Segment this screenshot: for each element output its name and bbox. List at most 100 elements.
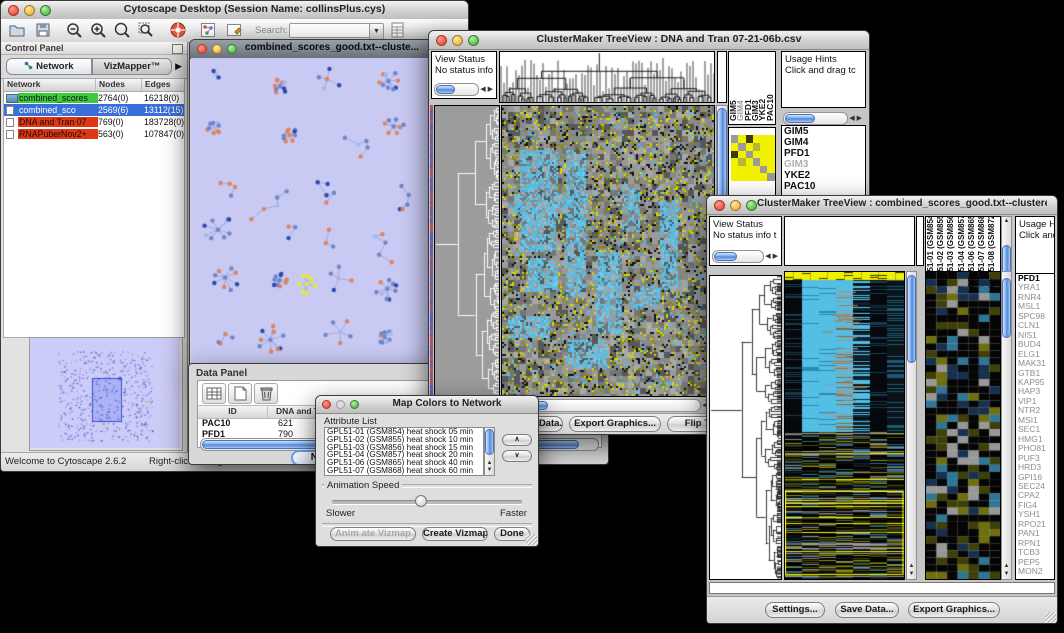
tab-overflow-icon[interactable]: ▶: [175, 61, 182, 72]
gene-label[interactable]: GIM5: [782, 126, 865, 137]
view-status-scrollbar[interactable]: ◀▶: [434, 83, 494, 96]
splitter-strip[interactable]: [717, 51, 727, 103]
search-dropdown-icon[interactable]: ▼: [369, 23, 384, 40]
speed-slider-thumb[interactable]: [415, 495, 427, 507]
scroll-down-icon[interactable]: ▼: [1002, 571, 1011, 578]
gene-label[interactable]: GIM4: [782, 137, 865, 148]
correlation-matrix[interactable]: [731, 130, 775, 176]
birdseye-view[interactable]: [29, 337, 183, 451]
minimize-icon[interactable]: [730, 200, 741, 211]
gene-label[interactable]: MON2: [1016, 567, 1054, 576]
edit-canvas-icon[interactable]: [225, 21, 243, 39]
minimize-icon[interactable]: [212, 44, 222, 54]
zoom-in-icon[interactable]: [89, 21, 107, 39]
attribute-browser-icon[interactable]: [389, 21, 407, 39]
resize-grip[interactable]: [1045, 612, 1056, 623]
treeview2-titlebar[interactable]: ClusterMaker TreeView : combined_scores_…: [707, 196, 1057, 215]
close-icon[interactable]: [436, 35, 447, 46]
scroll-up-icon[interactable]: ▲: [907, 563, 916, 570]
heatmap-canvas[interactable]: [784, 271, 905, 580]
dialog-titlebar[interactable]: Map Colors to Network: [316, 396, 538, 414]
row-dendrogram-canvas[interactable]: [434, 105, 500, 397]
tab-vizmapper[interactable]: VizMapper™: [92, 58, 172, 75]
close-icon[interactable]: [322, 400, 331, 409]
trash-icon[interactable]: [254, 383, 278, 404]
column-header[interactable]: Edges: [142, 79, 184, 91]
matrix-cell[interactable]: [767, 173, 774, 181]
zoom-window-icon[interactable]: [40, 5, 51, 16]
gene-label[interactable]: PAC10: [782, 181, 865, 192]
column-dendrogram-panel[interactable]: [784, 216, 915, 266]
network-list-row[interactable]: RNAPuberNov2+563(0)107847(0): [4, 128, 184, 140]
tab-network[interactable]: Network: [6, 58, 92, 75]
zoom-vscrollbar[interactable]: ▲ ▼: [1001, 271, 1012, 580]
resize-grip[interactable]: [526, 534, 537, 545]
matrix-cell[interactable]: [731, 173, 738, 181]
scroll-up-icon[interactable]: ▲: [485, 460, 494, 467]
hints-scrollbar[interactable]: ◀▶: [783, 112, 863, 125]
network-view-titlebar[interactable]: combined_scores_good.txt--cluste...: [190, 40, 434, 59]
table-icon[interactable]: [202, 383, 226, 404]
float-panel-icon[interactable]: [172, 44, 183, 54]
treeview1-titlebar[interactable]: ClusterMaker TreeView : DNA and Tran 07-…: [429, 31, 869, 50]
heatmap-vscrollbar[interactable]: ▲ ▼: [906, 271, 917, 580]
move-down-button[interactable]: ∨: [502, 450, 532, 462]
network-canvas[interactable]: [191, 58, 433, 369]
export-graphics-button[interactable]: Export Graphics...: [908, 602, 1000, 618]
network-list-row[interactable]: DNA and Tran 07769(0)183728(0): [4, 116, 184, 128]
minimize-icon[interactable]: [336, 400, 345, 409]
main-titlebar[interactable]: Cytoscape Desktop (Session Name: collins…: [1, 1, 468, 20]
create-vizmap-button[interactable]: Create Vizmap: [422, 527, 488, 541]
scroll-down-icon[interactable]: ▼: [485, 467, 494, 474]
scroll-thumb[interactable]: [907, 275, 916, 363]
network-list-row[interactable]: combined_scores2764(0)16218(0): [4, 92, 184, 104]
speed-slider-track[interactable]: [332, 500, 522, 505]
zoom-window-icon[interactable]: [746, 200, 757, 211]
column-header[interactable]: Nodes: [96, 79, 142, 91]
close-icon[interactable]: [197, 44, 207, 54]
search-input[interactable]: [289, 23, 373, 38]
minimize-icon[interactable]: [452, 35, 463, 46]
birdseye-canvas[interactable]: [30, 338, 180, 448]
zoom-out-icon[interactable]: [65, 21, 83, 39]
view-status-scrollbar[interactable]: ◀▶: [712, 250, 779, 263]
open-icon[interactable]: [8, 21, 26, 39]
column-header[interactable]: ID: [198, 406, 268, 418]
graph-icon[interactable]: [199, 21, 217, 39]
move-up-button[interactable]: ∧: [502, 434, 532, 446]
zoom-window-icon[interactable]: [350, 400, 359, 409]
zoom-selected-icon[interactable]: [137, 21, 155, 39]
matrix-cell[interactable]: [738, 173, 745, 181]
zoom-window-icon[interactable]: [468, 35, 479, 46]
scroll-thumb[interactable]: [1002, 278, 1011, 338]
zoom-fit-icon[interactable]: [113, 21, 131, 39]
heatmap-canvas[interactable]: [501, 105, 715, 397]
gene-label[interactable]: YKE2: [782, 170, 865, 181]
gene-label[interactable]: GIM3: [782, 159, 865, 170]
export-graphics-button[interactable]: Export Graphics...: [569, 416, 661, 432]
splitter-strip[interactable]: [916, 216, 924, 266]
column-label[interactable]: PAC10: [765, 94, 775, 121]
minimize-icon[interactable]: [24, 5, 35, 16]
scroll-up-icon[interactable]: ▲: [1002, 563, 1011, 570]
help-lifering-icon[interactable]: [169, 21, 187, 39]
attribute-list-vscrollbar[interactable]: ▲ ▼: [484, 427, 495, 476]
column-header[interactable]: Network: [4, 79, 96, 91]
scroll-down-icon[interactable]: ▼: [907, 571, 916, 578]
matrix-cell[interactable]: [753, 173, 760, 181]
scroll-up-icon[interactable]: ▲: [1002, 218, 1011, 225]
scroll-thumb[interactable]: [485, 429, 494, 455]
close-icon[interactable]: [8, 5, 19, 16]
done-button[interactable]: Done: [494, 527, 530, 541]
hscroll-strip[interactable]: [709, 582, 1055, 594]
row-dendrogram-canvas[interactable]: [709, 275, 782, 580]
column-dendrogram-canvas[interactable]: [499, 51, 715, 103]
save-data-button[interactable]: Save Data...: [835, 602, 899, 618]
new-document-icon[interactable]: [228, 383, 252, 404]
matrix-cell[interactable]: [746, 173, 753, 181]
close-icon[interactable]: [714, 200, 725, 211]
attribute-item[interactable]: GPL51-07 (GSM868) heat shock 60 min: [325, 467, 483, 475]
zoom-window-icon[interactable]: [227, 44, 237, 54]
zoom-heatmap-canvas[interactable]: [925, 271, 1001, 580]
settings-button[interactable]: Settings...: [765, 602, 825, 618]
